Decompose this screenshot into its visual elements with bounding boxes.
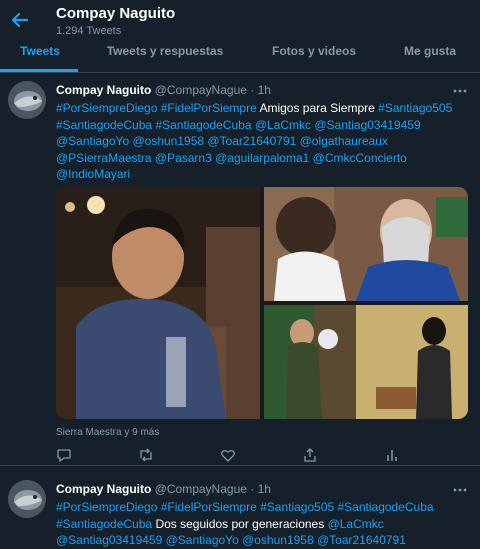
tweet-actions (56, 447, 468, 465)
hashtag[interactable]: #SantiagodeCuba (56, 517, 152, 531)
avatar[interactable] (8, 480, 46, 518)
author-handle[interactable]: @CompayNague (155, 83, 247, 97)
more-horizontal-icon[interactable] (452, 88, 468, 94)
mentions-line[interactable]: @Santiag03419459 @SantiagoYo @oshun1958 … (56, 532, 468, 549)
tagged-location[interactable]: Sierra Maestra y 9 más (56, 427, 159, 438)
tweet-header: Compay Naguito @CompayNague · 1h (56, 482, 271, 496)
tweet-text-plain: Dos seguidos por generaciones (155, 516, 325, 531)
tab-fotos-y-videos[interactable]: Fotos y videos (256, 40, 372, 72)
tweet-text: #PorSiempreDiego #FidelPorSiempre Amigos… (56, 100, 468, 183)
mentions-line[interactable]: @SantiagoYo @oshun1958 @Toar21640791 @ol… (56, 133, 468, 150)
tab-tweets-y-respuestas[interactable]: Tweets y respuestas (92, 40, 238, 72)
more-horizontal-icon[interactable] (452, 487, 468, 493)
meta-separator: · (250, 482, 255, 496)
tweet-text-plain: Amigos para Siempre (259, 101, 375, 115)
analytics-icon[interactable] (384, 447, 400, 463)
author-name[interactable]: Compay Naguito (56, 83, 151, 97)
arrow-left-icon[interactable] (10, 10, 30, 30)
tweet[interactable]: Compay Naguito @CompayNague · 1h #PorSie… (0, 472, 480, 548)
tab-me-gusta[interactable]: Me gusta (390, 40, 470, 72)
mention[interactable]: @LaCmkc (328, 517, 384, 531)
meta-separator: · (250, 83, 255, 97)
tweet-text: #PorSiempreDiego #FidelPorSiempre #Santi… (56, 499, 468, 549)
share-icon[interactable] (302, 447, 318, 463)
mentions-line[interactable]: @IndioMayari (56, 166, 468, 183)
photo-top-right[interactable] (264, 187, 468, 301)
active-tab-indicator (0, 69, 78, 72)
hashtags[interactable]: #PorSiempreDiego #FidelPorSiempre (56, 101, 257, 115)
photo-left[interactable] (56, 187, 260, 419)
tweet-media[interactable] (56, 187, 468, 419)
tweet-count: 1.294 Tweets (56, 25, 122, 37)
retweet-icon[interactable] (138, 447, 154, 463)
mentions-line[interactable]: #SantiagodeCuba #SantiagodeCuba @LaCmkc … (56, 117, 468, 134)
author-name[interactable]: Compay Naguito (56, 482, 151, 496)
profile-tabs: Tweets Tweets y respuestas Fotos y video… (0, 40, 480, 73)
author-handle[interactable]: @CompayNague (155, 482, 247, 496)
hashtag[interactable]: #Santiago505 (378, 101, 452, 115)
tweet-header: Compay Naguito @CompayNague · 1h (56, 83, 271, 97)
tweet[interactable]: Compay Naguito @CompayNague · 1h #PorSie… (0, 73, 480, 466)
tweet-time[interactable]: 1h (258, 482, 271, 496)
tweet-time[interactable]: 1h (258, 83, 271, 97)
reply-icon[interactable] (56, 447, 72, 463)
profile-header: Compay Naguito 1.294 Tweets (0, 0, 480, 40)
hashtags-line[interactable]: #PorSiempreDiego #FidelPorSiempre #Santi… (56, 499, 468, 516)
photo-bottom-right[interactable] (264, 305, 468, 419)
heart-icon[interactable] (220, 447, 236, 463)
mentions-line[interactable]: @PSierraMaestra @Pasarn3 @aguilarpaloma1… (56, 150, 468, 167)
profile-name: Compay Naguito (56, 5, 176, 22)
avatar[interactable] (8, 81, 46, 119)
tab-tweets[interactable]: Tweets (0, 40, 80, 72)
